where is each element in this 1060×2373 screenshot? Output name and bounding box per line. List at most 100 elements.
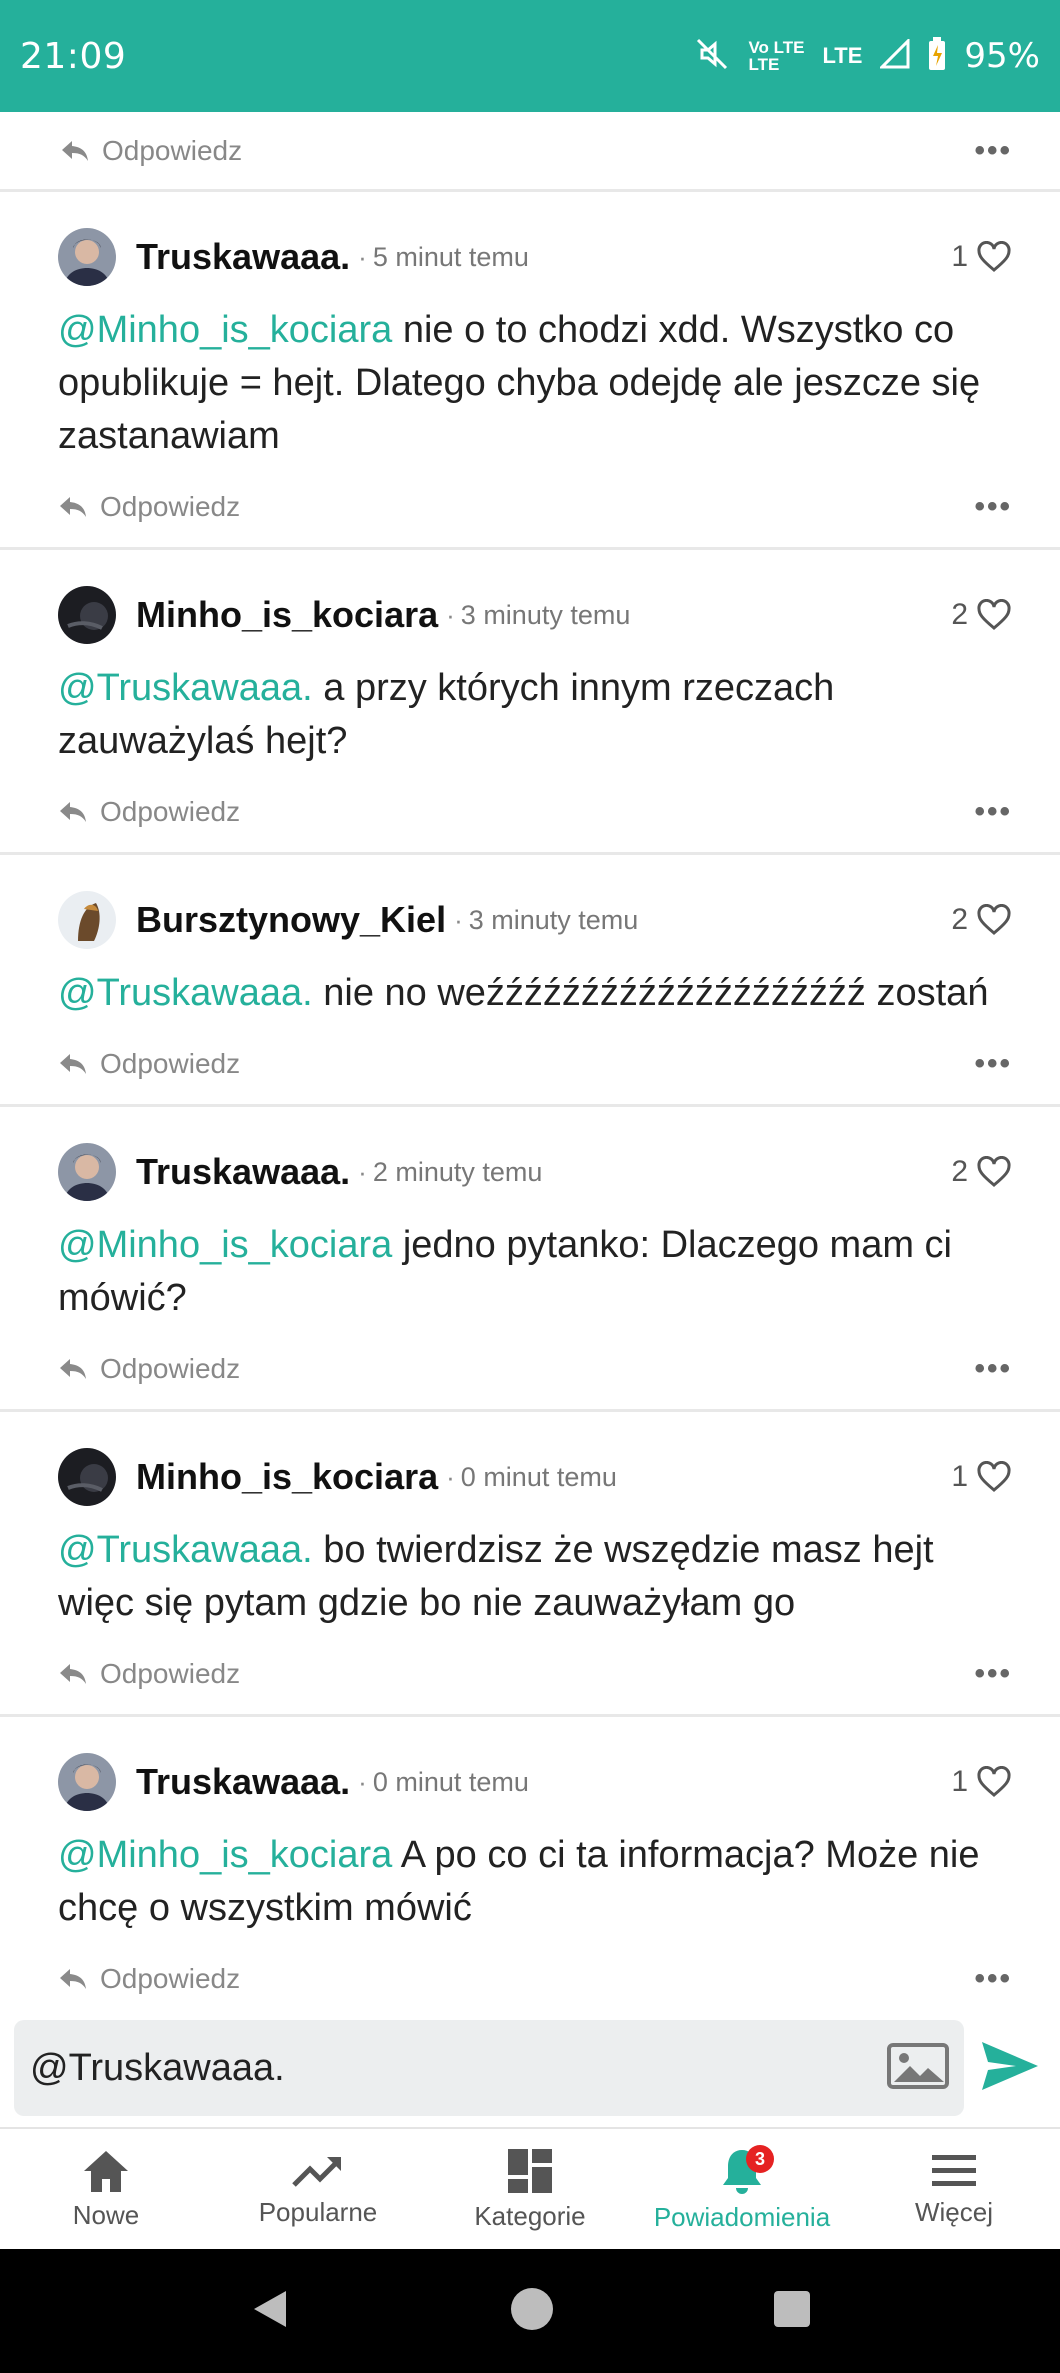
like-button[interactable]: 1 <box>951 240 1012 274</box>
comment-time: 0 minut temu <box>372 1766 529 1797</box>
heart-icon <box>977 1766 1011 1797</box>
like-count: 2 <box>951 1155 968 1188</box>
grid-icon <box>508 2148 552 2193</box>
heart-icon <box>977 1156 1011 1187</box>
avatar[interactable] <box>58 1753 116 1811</box>
comment-time: 0 minut temu <box>460 1461 617 1492</box>
reply-button[interactable]: Odpowiedz <box>58 491 240 523</box>
menu-icon <box>932 2154 976 2186</box>
network-type: Vo LTE LTE <box>748 38 805 74</box>
mention-link[interactable]: @Minho_is_kociara <box>58 1834 392 1876</box>
comment-item: Truskawaaa. · 0 minut temu 1 @Minho_is_k… <box>0 1717 1060 2009</box>
system-nav-bar <box>0 2249 1060 2373</box>
reply-button[interactable]: Odpowiedz <box>58 1353 240 1385</box>
notification-badge: 3 <box>746 2145 774 2173</box>
mention-link[interactable]: @Minho_is_kociara <box>58 309 392 351</box>
comment-text: @Truskawaaa. a przy których innym rzecza… <box>58 667 835 762</box>
comment-item: Truskawaaa. · 2 minuty temu 2 @Minho_is_… <box>0 1107 1060 1412</box>
comment-author[interactable]: Bursztynowy_Kiel <box>136 899 446 941</box>
send-icon[interactable] <box>980 2040 1040 2097</box>
avatar[interactable] <box>58 891 116 949</box>
more-options-icon[interactable]: ••• <box>974 1047 1012 1081</box>
more-options-icon[interactable]: ••• <box>974 795 1012 829</box>
more-options-icon[interactable]: ••• <box>974 1352 1012 1386</box>
like-button[interactable]: 2 <box>951 903 1012 937</box>
comment-input-box[interactable] <box>14 2020 964 2116</box>
tab-kategorie[interactable]: Kategorie <box>424 2129 636 2249</box>
like-button[interactable]: 1 <box>951 1765 1012 1799</box>
like-count: 1 <box>951 1460 968 1493</box>
bottom-tab-bar: Nowe Popularne Kategorie 3 Powiadomienia… <box>0 2127 1060 2249</box>
comment-text: @Truskawaaa. bo twierdzisz że wszędzie m… <box>58 1529 934 1624</box>
more-options-icon[interactable]: ••• <box>974 490 1012 524</box>
image-attach-icon[interactable] <box>886 2042 950 2095</box>
comment-time: 3 minuty temu <box>468 904 639 935</box>
recents-icon[interactable] <box>772 2289 812 2334</box>
comment-feed[interactable]: Odpowiedz ••• Truskawaaa. · 5 minut temu… <box>0 112 1060 2009</box>
reply-icon <box>60 497 86 517</box>
reply-icon <box>62 140 88 161</box>
comment-composer <box>0 2009 1060 2127</box>
heart-icon <box>977 1461 1011 1492</box>
reply-icon <box>60 802 86 822</box>
comment-time: 5 minut temu <box>372 241 529 272</box>
comment-author[interactable]: Truskawaaa. <box>136 1761 350 1803</box>
tab-powiadomienia[interactable]: 3 Powiadomienia <box>636 2129 848 2249</box>
more-options-icon[interactable]: ••• <box>974 1657 1012 1691</box>
trending-icon <box>292 2156 341 2187</box>
reply-button[interactable]: Odpowiedz <box>58 796 240 828</box>
mention-link[interactable]: @Truskawaaa. <box>58 667 313 709</box>
heart-icon <box>977 241 1011 272</box>
mention-link[interactable]: @Truskawaaa. <box>58 1529 313 1571</box>
more-options-icon[interactable]: ••• <box>974 134 1012 168</box>
like-count: 1 <box>951 1765 968 1798</box>
tab-nowe[interactable]: Nowe <box>0 2129 212 2249</box>
like-count: 2 <box>951 903 968 936</box>
comment-author[interactable]: Truskawaaa. <box>136 1151 350 1193</box>
comment-time: 2 minuty temu <box>372 1156 543 1187</box>
avatar[interactable] <box>58 1448 116 1506</box>
avatar[interactable] <box>58 586 116 644</box>
comment-item: Minho_is_kociara · 3 minuty temu 2 @Trus… <box>0 550 1060 855</box>
like-count: 1 <box>951 240 968 273</box>
partial-comment-actions: Odpowiedz ••• <box>0 112 1060 192</box>
comment-author[interactable]: Truskawaaa. <box>136 236 350 278</box>
comment-author[interactable]: Minho_is_kociara <box>136 1456 438 1498</box>
reply-button[interactable]: Odpowiedz <box>60 135 242 167</box>
reply-button[interactable]: Odpowiedz <box>58 1963 240 1995</box>
comment-item: Bursztynowy_Kiel · 3 minuty temu 2 @Trus… <box>0 855 1060 1107</box>
comment-text: @Minho_is_kociara A po co ci ta informac… <box>58 1834 980 1929</box>
comment-author[interactable]: Minho_is_kociara <box>136 594 438 636</box>
lte-label: LTE <box>822 43 863 68</box>
like-button[interactable]: 2 <box>951 1155 1012 1189</box>
reply-button[interactable]: Odpowiedz <box>58 1658 240 1690</box>
reply-icon <box>60 1664 86 1684</box>
more-options-icon[interactable]: ••• <box>974 1962 1012 1996</box>
avatar[interactable] <box>58 1143 116 1201</box>
status-bar: 21:09 Vo LTE LTE LTE 95% <box>0 0 1060 112</box>
comment-text: @Truskawaaa. nie no weźźźźźźźźźźźźźźźźźź… <box>58 972 989 1014</box>
home-nav-icon[interactable] <box>509 2286 555 2337</box>
comment-text: @Minho_is_kociara jedno pytanko: Dlaczeg… <box>58 1224 953 1319</box>
back-icon[interactable] <box>248 2287 292 2336</box>
comment-text: @Minho_is_kociara nie o to chodzi xdd. W… <box>58 309 981 457</box>
like-button[interactable]: 1 <box>951 1460 1012 1494</box>
mute-icon <box>694 36 730 77</box>
mention-link[interactable]: @Minho_is_kociara <box>58 1224 392 1266</box>
like-button[interactable]: 2 <box>951 598 1012 632</box>
signal-icon <box>878 36 910 74</box>
heart-icon <box>977 599 1011 630</box>
battery-icon <box>928 36 946 76</box>
like-count: 2 <box>951 598 968 631</box>
reply-icon <box>60 1969 86 1989</box>
tab-wiecej[interactable]: Więcej <box>848 2129 1060 2249</box>
reply-icon <box>60 1359 86 1379</box>
home-icon <box>84 2150 128 2192</box>
reply-button[interactable]: Odpowiedz <box>58 1048 240 1080</box>
comment-input[interactable] <box>30 2046 886 2090</box>
tab-popularne[interactable]: Popularne <box>212 2129 424 2249</box>
mention-link[interactable]: @Truskawaaa. <box>58 972 313 1014</box>
comment-time: 3 minuty temu <box>460 599 631 630</box>
avatar[interactable] <box>58 228 116 286</box>
heart-icon <box>977 904 1011 935</box>
